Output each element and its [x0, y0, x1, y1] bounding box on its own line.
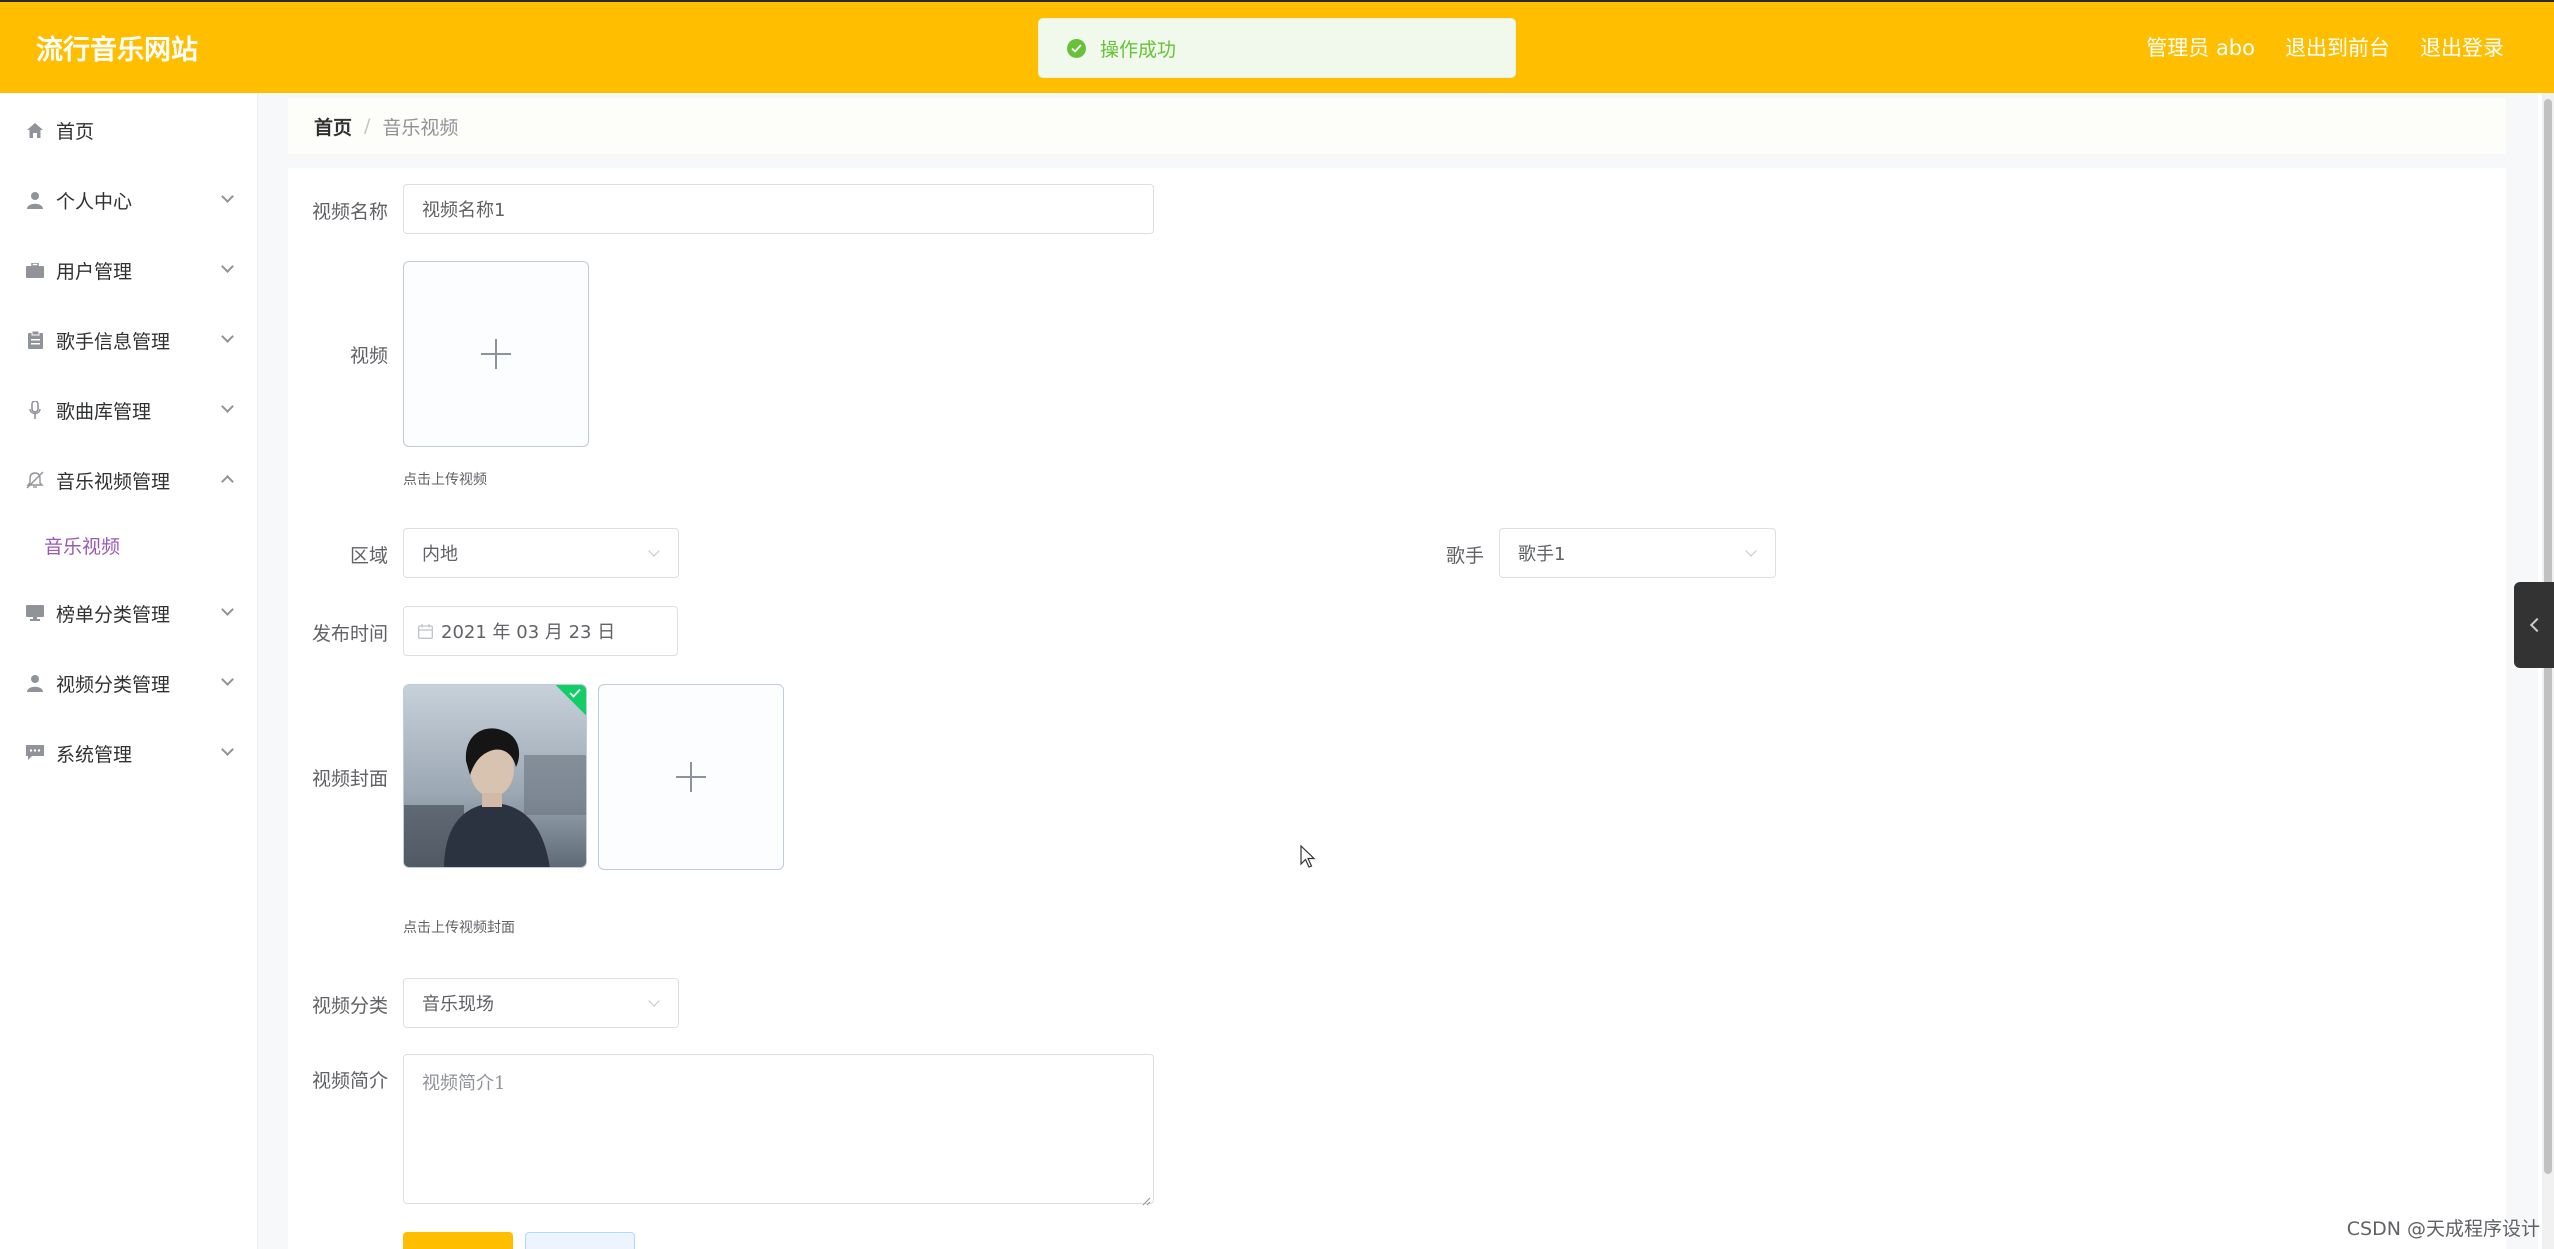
side-panel-toggle[interactable]: [2514, 582, 2554, 668]
plus-icon: [676, 762, 706, 792]
video-upload-button[interactable]: [403, 261, 589, 447]
admin-user-link[interactable]: 管理员 abo: [2146, 32, 2255, 62]
bell-off-icon: [24, 469, 46, 491]
home-icon: [24, 119, 46, 141]
site-brand: 流行音乐网站: [36, 35, 198, 66]
video-intro-label: 视频简介: [311, 1070, 388, 1092]
chevron-down-icon: [221, 260, 234, 273]
publish-date-label: 发布时间: [311, 623, 388, 645]
logout-link[interactable]: 退出登录: [2420, 32, 2504, 62]
sidebar-item-label: 用户管理: [56, 260, 133, 283]
breadcrumb-current: 音乐视频: [382, 116, 459, 139]
chevron-down-icon: [221, 400, 234, 413]
back-to-front-link[interactable]: 退出到前台: [2285, 32, 2390, 62]
sidebar-item-label: 歌手信息管理: [56, 330, 171, 353]
mouse-cursor-icon: [1300, 844, 1316, 873]
chevron-left-icon: [2529, 617, 2545, 633]
sidebar-item-label: 歌曲库管理: [56, 400, 152, 423]
plus-icon: [481, 339, 511, 369]
sidebar-item-singer-management[interactable]: 歌手信息管理: [0, 310, 258, 370]
calendar-icon: [418, 623, 433, 639]
breadcrumb-home[interactable]: 首页: [314, 113, 352, 140]
chevron-down-icon: [221, 743, 234, 756]
success-toast: 操作成功: [1038, 18, 1516, 78]
cover-upload-hint: 点击上传视频封面: [403, 920, 515, 936]
check-circle-icon: [1067, 38, 1086, 58]
clipboard-icon: [24, 329, 46, 351]
chevron-down-icon: [221, 603, 234, 616]
monitor-icon: [24, 602, 46, 624]
video-category-select[interactable]: 音乐现场: [403, 978, 679, 1028]
briefcase-icon: [24, 259, 46, 281]
region-select-value: 内地: [422, 544, 458, 565]
video-upload-hint: 点击上传视频: [403, 472, 487, 488]
breadcrumb: 首页 / 音乐视频: [288, 98, 2506, 154]
header-links: 管理员 abo 退出到前台 退出登录: [2146, 32, 2504, 62]
singer-select-value: 歌手1: [1518, 544, 1566, 565]
user-icon: [24, 189, 46, 211]
chat-icon: [24, 742, 46, 764]
sidebar-item-video-category[interactable]: 视频分类管理: [0, 653, 258, 713]
sidebar-item-label: 音乐视频管理: [56, 470, 171, 493]
check-icon: [569, 687, 581, 702]
chevron-up-icon: [221, 475, 234, 488]
singer-label: 歌手: [1445, 545, 1484, 567]
cover-image: [404, 685, 586, 867]
resize-handle-icon[interactable]: [1141, 1191, 1151, 1210]
chevron-down-icon: [648, 545, 660, 557]
cover-label: 视频封面: [311, 768, 388, 790]
cover-upload-button[interactable]: [598, 684, 784, 870]
sidebar-item-home[interactable]: 首页: [0, 100, 258, 160]
chevron-down-icon: [221, 330, 234, 343]
video-intro-textarea[interactable]: 视频简介1: [403, 1054, 1154, 1204]
publish-date-value: 2021 年 03 月 23 日: [441, 622, 616, 643]
region-label: 区域: [349, 545, 388, 567]
chevron-down-icon: [1745, 545, 1757, 557]
sidebar-item-personal-center[interactable]: 个人中心: [0, 170, 258, 230]
sidebar-item-label: 视频分类管理: [56, 673, 171, 696]
watermark: CSDN @天成程序设计: [2346, 1218, 2540, 1240]
toast-message: 操作成功: [1100, 38, 1177, 61]
cover-thumbnail[interactable]: [403, 684, 587, 868]
video-name-input[interactable]: 视频名称1: [403, 184, 1154, 234]
singer-select[interactable]: 歌手1: [1499, 528, 1776, 578]
sidebar-item-label: 个人中心: [56, 190, 133, 213]
sidebar-item-label: 首页: [56, 120, 95, 143]
region-select[interactable]: 内地: [403, 528, 679, 578]
microphone-icon: [24, 399, 46, 421]
sidebar-item-music-video-management[interactable]: 音乐视频管理: [0, 450, 258, 510]
sidebar: 首页 个人中心 用户管理 歌手信息管理 歌曲库管理 音乐视频管理 音乐视频 榜单…: [0, 93, 258, 1249]
sidebar-item-song-library[interactable]: 歌曲库管理: [0, 380, 258, 440]
breadcrumb-separator: /: [364, 115, 371, 137]
video-category-value: 音乐现场: [422, 994, 494, 1015]
sidebar-item-system[interactable]: 系统管理: [0, 723, 258, 783]
sidebar-item-chart-category[interactable]: 榜单分类管理: [0, 583, 258, 643]
user-icon: [24, 672, 46, 694]
sidebar-item-label: 系统管理: [56, 743, 133, 766]
sidebar-item-label: 榜单分类管理: [56, 603, 171, 626]
cancel-button[interactable]: [525, 1232, 635, 1249]
video-category-label: 视频分类: [311, 995, 388, 1017]
submit-button[interactable]: [403, 1232, 513, 1249]
chevron-down-icon: [221, 673, 234, 686]
sidebar-item-user-management[interactable]: 用户管理: [0, 240, 258, 300]
page-scrollbar[interactable]: [2542, 93, 2554, 1249]
chevron-down-icon: [221, 190, 234, 203]
publish-date-picker[interactable]: 2021 年 03 月 23 日: [403, 606, 678, 656]
video-label: 视频: [349, 345, 388, 367]
sidebar-subitem-music-video[interactable]: 音乐视频: [0, 517, 258, 573]
video-name-label: 视频名称: [311, 201, 388, 223]
chevron-down-icon: [648, 995, 660, 1007]
